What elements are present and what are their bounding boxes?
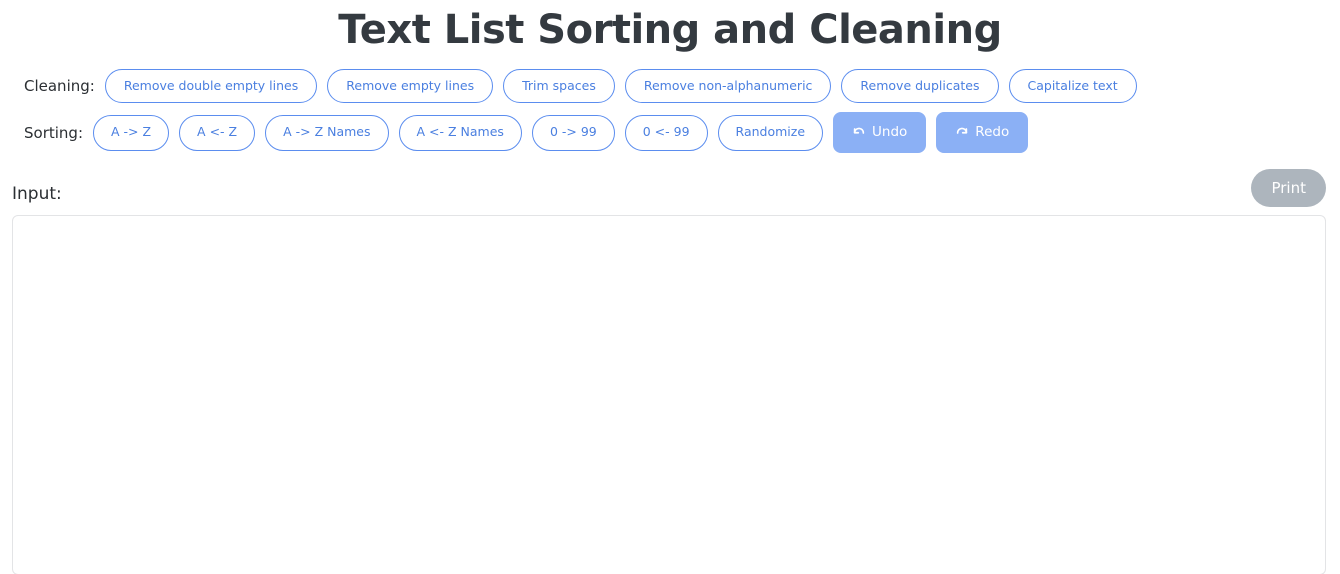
redo-arrow-icon [955,126,969,140]
sorting-button-z-to-a-names[interactable]: A <- Z Names [398,114,522,151]
input-label: Input: [12,184,62,204]
sorting-button-randomize[interactable]: Randomize [717,114,824,151]
sorting-button-label: A -> Z [111,124,152,140]
input-textarea[interactable] [12,215,1326,574]
sorting-toolbar: Sorting: A -> Z A <- Z A -> Z Names A <-… [0,112,1340,153]
cleaning-button-label: Capitalize text [1027,77,1118,93]
cleaning-button-remove-non-alphanumeric[interactable]: Remove non-alphanumeric [624,69,832,103]
undo-button-label: Undo [872,123,908,140]
input-header: Input: Print [0,169,1340,208]
cleaning-button-remove-duplicates[interactable]: Remove duplicates [841,69,999,103]
sorting-button-label: A <- Z Names [416,124,504,140]
cleaning-button-capitalize-text[interactable]: Capitalize text [1008,69,1137,103]
sorting-button-z-to-a[interactable]: A <- Z [179,114,256,151]
cleaning-toolbar: Cleaning: Remove double empty lines Remo… [0,69,1340,103]
sorting-button-label: A <- Z [197,124,238,140]
redo-button-label: Redo [975,123,1010,140]
sorting-button-label: 0 <- 99 [642,124,690,140]
cleaning-button-label: Remove duplicates [860,77,980,93]
cleaning-button-label: Remove double empty lines [123,77,299,93]
redo-button[interactable]: Redo [936,112,1029,153]
cleaning-button-label: Remove empty lines [346,77,475,93]
sorting-button-99-to-0[interactable]: 0 <- 99 [624,114,708,151]
print-button[interactable]: Print [1251,169,1326,207]
cleaning-button-trim-spaces[interactable]: Trim spaces [503,69,615,103]
cleaning-button-label: Trim spaces [522,77,596,93]
sorting-button-a-to-z[interactable]: A -> Z [93,114,170,151]
cleaning-button-remove-empty-lines[interactable]: Remove empty lines [327,69,494,103]
undo-arrow-icon [852,126,866,140]
sorting-button-a-to-z-names[interactable]: A -> Z Names [265,114,389,151]
cleaning-button-remove-double-empty-lines[interactable]: Remove double empty lines [104,69,318,103]
cleaning-button-label: Remove non-alphanumeric [643,77,813,93]
app-root: Text List Sorting and Cleaning Cleaning:… [0,0,1340,574]
undo-button[interactable]: Undo [833,112,927,153]
sorting-button-0-to-99[interactable]: 0 -> 99 [531,114,615,151]
sorting-button-label: 0 -> 99 [549,124,597,140]
cleaning-label: Cleaning: [24,77,95,95]
sorting-label: Sorting: [24,123,83,142]
sorting-button-label: A -> Z Names [283,124,371,140]
sorting-button-label: Randomize [735,124,806,140]
page-title: Text List Sorting and Cleaning [338,7,1002,53]
